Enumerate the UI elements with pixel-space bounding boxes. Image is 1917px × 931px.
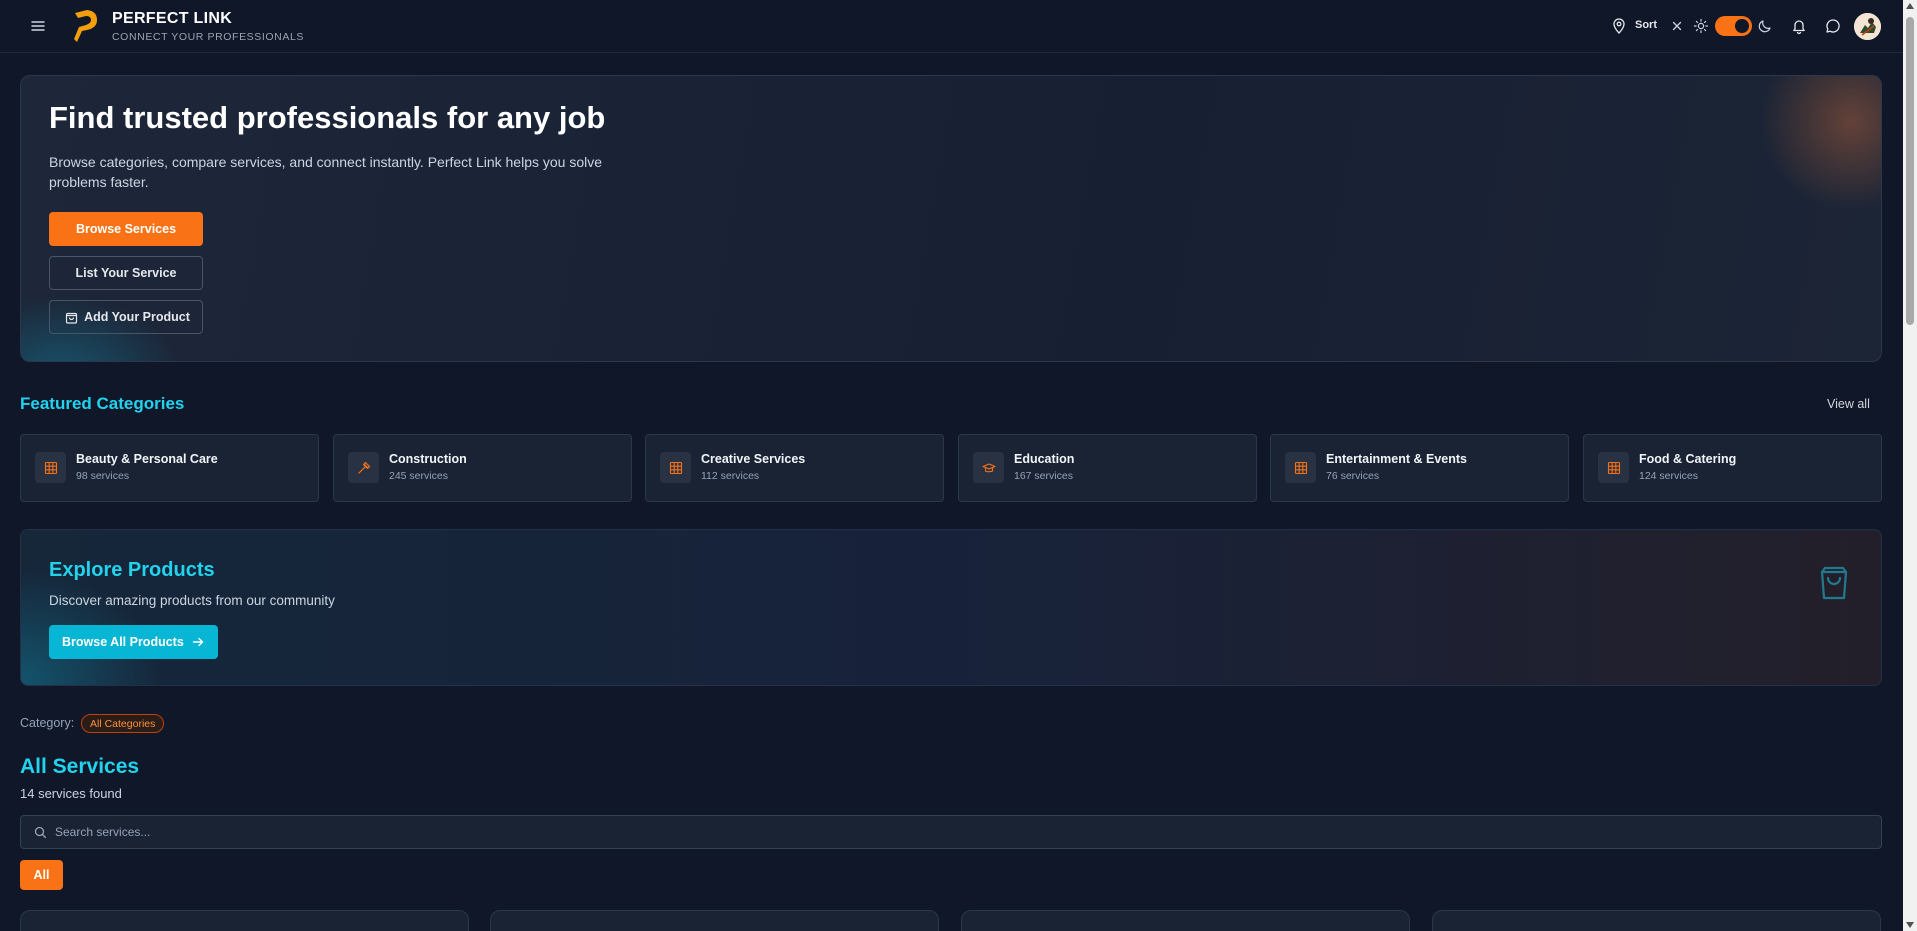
category-name: Beauty & Personal Care <box>76 452 218 466</box>
search-services-input[interactable] <box>55 816 1855 848</box>
category-name: Food & Catering <box>1639 452 1737 466</box>
browse-all-products-button[interactable]: Browse All Products <box>49 625 218 659</box>
category-name: Creative Services <box>701 452 806 466</box>
shopping-bag-icon <box>64 310 79 325</box>
featured-categories-title: Featured Categories <box>20 394 185 413</box>
brand-logo-icon[interactable] <box>71 9 99 43</box>
close-icon[interactable] <box>1668 17 1686 35</box>
messages-chat-icon[interactable] <box>1824 17 1842 35</box>
category-count: 98 services <box>76 470 130 482</box>
grid-icon <box>660 452 691 483</box>
location-pin-icon[interactable] <box>1610 17 1628 35</box>
services-count: 14 services found <box>20 786 122 801</box>
explore-products-title: Explore Products <box>49 559 215 581</box>
category-filter-label: Category: <box>20 716 75 730</box>
category-card-construction[interactable]: Construction 245 services <box>333 434 632 502</box>
category-name: Entertainment & Events <box>1326 452 1468 466</box>
scrollbar-thumb[interactable] <box>1906 17 1914 325</box>
category-filter-chip[interactable]: All Categories <box>81 714 165 733</box>
brand-tagline: CONNECT YOUR PROFESSIONALS <box>112 31 304 43</box>
browse-all-products-label: Browse All Products <box>62 635 184 649</box>
category-card-entertainment[interactable]: Entertainment & Events 76 services <box>1270 434 1569 502</box>
view-all-link[interactable]: View all <box>1827 397 1870 411</box>
search-services-box[interactable] <box>20 815 1882 849</box>
grid-icon <box>1285 452 1316 483</box>
scroll-down-arrow-icon[interactable] <box>1906 922 1914 928</box>
category-card-food[interactable]: Food & Catering 124 services <box>1583 434 1882 502</box>
theme-toggle[interactable] <box>1715 16 1752 36</box>
list-your-service-button[interactable]: List Your Service <box>49 256 203 290</box>
scroll-up-arrow-icon[interactable] <box>1906 3 1914 9</box>
notifications-bell-icon[interactable] <box>1790 17 1808 35</box>
arrow-right-icon <box>191 635 205 649</box>
add-your-product-button[interactable]: Add Your Product <box>49 300 203 334</box>
category-card-education[interactable]: Education 167 services <box>958 434 1257 502</box>
browse-services-button[interactable]: Browse Services <box>49 212 203 246</box>
graduation-cap-icon <box>973 452 1004 483</box>
list-your-service-label: List Your Service <box>75 266 177 280</box>
hero-title: Find trusted professionals for any job <box>49 100 606 135</box>
top-navbar: PERFECT LINK CONNECT YOUR PROFESSIONALS … <box>0 0 1903 53</box>
category-count: 112 services <box>701 470 760 482</box>
brand-name[interactable]: PERFECT LINK <box>112 10 232 28</box>
add-your-product-label: Add Your Product <box>84 310 190 324</box>
service-card[interactable] <box>20 910 469 931</box>
category-name: Construction <box>389 452 467 466</box>
category-card-beauty[interactable]: Beauty & Personal Care 98 services <box>20 434 319 502</box>
hamburger-menu-icon[interactable] <box>28 16 48 36</box>
hammer-icon <box>348 452 379 483</box>
user-avatar[interactable] <box>1854 13 1881 40</box>
page-scrollbar[interactable] <box>1903 0 1917 931</box>
hero-description: Browse categories, compare services, and… <box>49 154 603 190</box>
sun-icon <box>1692 17 1710 35</box>
hero-banner: Find trusted professionals for any job B… <box>20 75 1882 362</box>
toggle-knob <box>1735 19 1749 33</box>
filter-all-button[interactable]: All <box>20 860 63 890</box>
category-count: 76 services <box>1326 470 1380 482</box>
explore-products-banner: Explore Products Discover amazing produc… <box>20 529 1882 686</box>
category-count: 167 services <box>1014 470 1073 482</box>
shopping-bag-icon <box>1814 563 1854 603</box>
moon-icon <box>1756 17 1774 35</box>
category-count: 245 services <box>389 470 448 482</box>
search-icon <box>33 825 48 840</box>
category-name: Education <box>1014 452 1075 466</box>
category-card-creative[interactable]: Creative Services 112 services <box>645 434 944 502</box>
category-count: 124 services <box>1639 470 1698 482</box>
service-card[interactable] <box>1432 910 1881 931</box>
service-card[interactable] <box>961 910 1410 931</box>
service-card[interactable] <box>490 910 939 931</box>
explore-products-description: Discover amazing products from our commu… <box>49 593 335 608</box>
grid-icon <box>1598 452 1629 483</box>
grid-icon <box>35 452 66 483</box>
all-services-title: All Services <box>20 755 140 778</box>
sort-button[interactable]: Sort <box>1635 19 1657 31</box>
